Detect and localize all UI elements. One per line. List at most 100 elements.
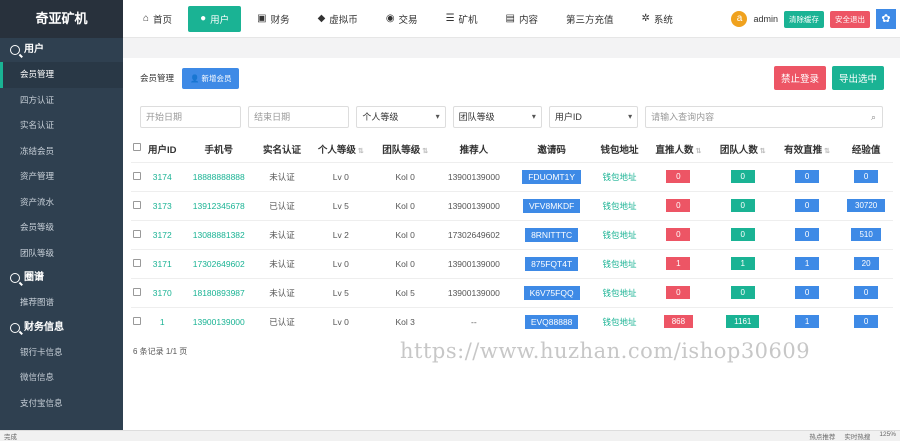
cell-id[interactable]: 3170 [153, 288, 172, 298]
column-header[interactable]: 推荐人 [437, 136, 510, 162]
ban-login-button[interactable]: 禁止登录 [773, 66, 826, 90]
sidebar-item[interactable]: 冻结会员 [0, 139, 123, 165]
sidebar-item[interactable]: 支付宝信息 [0, 391, 123, 417]
nav-tab[interactable]: 第三方充值 [554, 6, 626, 32]
cell-ref: -- [471, 316, 477, 327]
column-header[interactable]: 个人等级 ⇅ [309, 136, 373, 162]
column-header[interactable]: 用户ID [142, 136, 182, 162]
search-input[interactable]: 请输入查询内容 ⌕ [645, 106, 883, 128]
sidebar-section[interactable]: 财务信息 [0, 316, 123, 340]
wallet-link[interactable]: 钱包地址 [603, 259, 637, 269]
sort-icon[interactable]: ⇅ [420, 148, 428, 155]
checkbox[interactable] [132, 143, 141, 152]
wallet-link[interactable]: 钱包地址 [603, 317, 637, 327]
wallet-link[interactable]: 钱包地址 [603, 230, 637, 240]
sort-icon[interactable]: ⇅ [356, 148, 364, 155]
table-cell: 18180893987 [182, 277, 256, 307]
row-checkbox-cell[interactable] [131, 219, 143, 249]
avatar[interactable]: a [731, 11, 748, 27]
nav-tab[interactable]: ⌂ 首页 [131, 6, 184, 32]
sidebar-item[interactable]: 微信信息 [0, 365, 123, 391]
clear-cache-button[interactable]: 清除缓存 [784, 10, 824, 28]
sort-icon[interactable]: ⇅ [694, 148, 701, 155]
cell-phone[interactable]: 18180893987 [193, 288, 245, 298]
nav-tab[interactable]: ▤ 内容 [494, 6, 550, 32]
checkbox[interactable] [132, 316, 141, 325]
sidebar-item[interactable]: 资产流水 [0, 190, 123, 216]
checkbox[interactable] [132, 229, 141, 238]
cell-phone[interactable]: 18888888888 [193, 172, 245, 182]
column-header[interactable]: 团队人数 ⇅ [711, 136, 775, 162]
column-header[interactable]: 经验值 [839, 136, 893, 162]
row-checkbox-cell[interactable] [131, 248, 143, 278]
column-header[interactable]: 团队等级 ⇅ [373, 136, 437, 162]
column-header-label: 经验值 [851, 144, 881, 156]
sidebar-section[interactable]: 用户 [0, 38, 123, 62]
table-cell: 1 [710, 248, 775, 278]
hot-recommend[interactable]: 热点推荐 [809, 431, 835, 441]
wallet-link[interactable]: 钱包地址 [603, 288, 637, 298]
settings-icon[interactable]: ✿ [876, 9, 896, 29]
column-header[interactable]: 实名认证 [255, 136, 308, 162]
search-icon [10, 273, 20, 283]
nav-tab[interactable]: ◆ 虚拟币 [306, 6, 370, 32]
cell-phone[interactable]: 13900139000 [193, 317, 245, 327]
nav-tab[interactable]: ✲ 系统 [630, 6, 685, 32]
sidebar-item[interactable]: 四方认证 [0, 88, 123, 114]
nav-tab[interactable]: ▣ 财务 [245, 6, 301, 32]
sidebar-item[interactable]: 资产管理 [0, 164, 123, 190]
row-checkbox-cell[interactable] [131, 306, 143, 336]
cell-id[interactable]: 3174 [153, 172, 172, 182]
cell-id[interactable]: 3172 [153, 230, 172, 240]
checkbox[interactable] [132, 200, 141, 209]
search-icon[interactable]: ⌕ [871, 107, 876, 127]
cell-id[interactable]: 3173 [153, 201, 172, 211]
wallet-link[interactable]: 钱包地址 [603, 201, 637, 211]
zoom-level[interactable]: 125% [879, 431, 896, 441]
export-selected-button[interactable]: 导出选中 [831, 66, 884, 90]
column-header[interactable]: 直推人数 ⇅ [646, 136, 710, 162]
sort-icon[interactable]: ⇅ [758, 148, 766, 155]
cell-phone[interactable]: 13912345678 [193, 201, 245, 211]
user-id-select[interactable]: 用户ID [548, 106, 639, 128]
row-checkbox-cell[interactable] [131, 190, 143, 220]
cell-phone[interactable]: 17302649602 [193, 259, 245, 269]
column-header[interactable]: 手机号 [182, 136, 255, 162]
team-level-select[interactable]: 团队等级 [452, 106, 542, 128]
cell-id[interactable]: 3171 [153, 259, 172, 269]
row-checkbox-cell[interactable] [131, 277, 143, 307]
sidebar-item[interactable]: 会员管理 [0, 62, 123, 88]
sidebar-item[interactable]: 会员等级 [0, 215, 123, 241]
nav-tab[interactable]: ☰ 矿机 [434, 6, 490, 32]
sort-icon[interactable]: ⇅ [822, 148, 830, 155]
sidebar-item[interactable]: 银行卡信息 [0, 340, 123, 366]
sidebar-item[interactable]: 团队等级 [0, 241, 123, 267]
row-checkbox-cell[interactable] [131, 161, 143, 191]
sidebar-item[interactable]: 实名认证 [0, 113, 123, 139]
wallet-link[interactable]: 钱包地址 [603, 172, 637, 182]
table-cell: 0 [774, 190, 840, 220]
start-date-input[interactable]: 开始日期 [140, 106, 242, 128]
checkbox[interactable] [132, 287, 141, 296]
nav-tab[interactable]: ● 用户 [188, 5, 242, 32]
status-text: 完成 [4, 434, 17, 441]
checkbox[interactable] [132, 171, 141, 180]
end-date-input[interactable]: 结束日期 [248, 106, 350, 128]
cell-phone[interactable]: 13088881382 [193, 230, 245, 240]
add-member-button[interactable]: 👤 新增会员 [182, 67, 240, 89]
column-header[interactable]: 邀请码 [510, 136, 592, 162]
sidebar-item[interactable]: 推荐图谱 [0, 290, 123, 316]
sidebar-section[interactable]: 圈谱 [0, 266, 123, 290]
column-header[interactable]: 钱包地址 [593, 136, 646, 162]
personal-level-select[interactable]: 个人等级 [356, 106, 446, 128]
column-header[interactable]: 有效直推 ⇅ [775, 136, 839, 162]
logout-button[interactable]: 安全退出 [830, 10, 870, 28]
admin-username[interactable]: admin [753, 14, 778, 24]
table-cell: 17302649602 [437, 219, 511, 249]
nav-tab[interactable]: ◉ 交易 [374, 6, 430, 32]
checkbox[interactable] [132, 258, 141, 267]
cell-id[interactable]: 1 [160, 317, 165, 327]
select-all-checkbox-cell[interactable] [131, 136, 142, 162]
table-cell: 1 [774, 306, 840, 336]
live-hot-search[interactable]: 实时热搜 [844, 431, 870, 441]
